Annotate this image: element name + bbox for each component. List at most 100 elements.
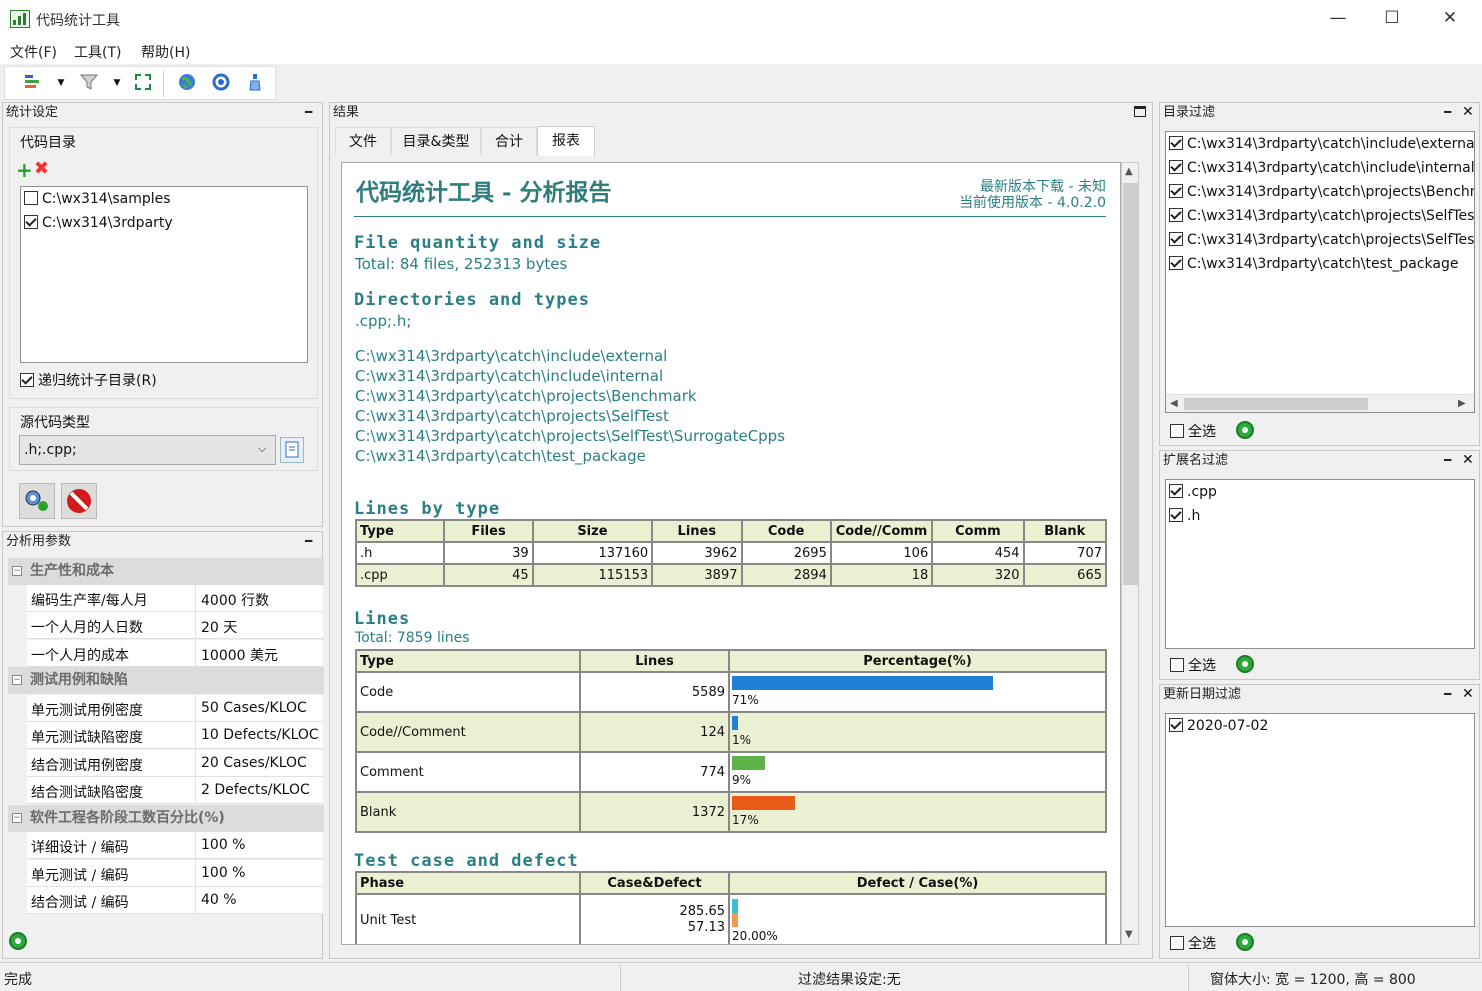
pin-icon[interactable]: ━ bbox=[1444, 105, 1451, 119]
pin-icon[interactable]: ━ bbox=[1444, 453, 1451, 467]
maximize-pane-icon[interactable] bbox=[1134, 106, 1146, 117]
checkbox[interactable] bbox=[1169, 232, 1183, 246]
param-row[interactable]: 单元测试用例密度 50 Cases/KLOC bbox=[27, 695, 323, 722]
pin-icon[interactable]: ━ bbox=[305, 534, 312, 548]
checkbox[interactable] bbox=[1169, 184, 1183, 198]
tab-dir-type[interactable]: 目录&类型 bbox=[391, 127, 481, 155]
param-value[interactable]: 20 Cases/KLOC bbox=[201, 755, 307, 771]
param-row[interactable]: 一个人月的人日数 20 天 bbox=[27, 612, 323, 639]
scroll-up-icon[interactable]: ▲ bbox=[1125, 166, 1133, 177]
h-scrollbar[interactable]: ◀ ▶ bbox=[1166, 394, 1474, 412]
menu-help[interactable]: 帮助(H) bbox=[141, 42, 190, 62]
checkbox[interactable] bbox=[1169, 208, 1183, 222]
refresh-icon[interactable] bbox=[1236, 655, 1254, 677]
source-type-select[interactable]: .h;.cpp; ⌵ bbox=[19, 435, 276, 465]
minimize-button[interactable]: — bbox=[1324, 8, 1352, 30]
close-icon[interactable]: ✕ bbox=[1462, 452, 1474, 468]
param-value[interactable]: 2 Defects/KLOC bbox=[201, 782, 310, 798]
scroll-thumb[interactable] bbox=[1123, 183, 1138, 585]
filter-item[interactable]: .h bbox=[1166, 504, 1474, 528]
param-value[interactable]: 10 Defects/KLOC bbox=[201, 727, 319, 743]
add-icon[interactable]: + bbox=[16, 158, 33, 182]
checkbox[interactable] bbox=[1169, 484, 1183, 498]
param-row[interactable]: 编码生产率/每人月 4000 行数 bbox=[27, 585, 323, 612]
param-value[interactable]: 100 % bbox=[201, 837, 245, 853]
filter-item[interactable]: C:\wx314\3rdparty\catch\test_package bbox=[1166, 252, 1474, 276]
run-analysis-button[interactable] bbox=[19, 483, 55, 519]
param-value[interactable]: 4000 行数 bbox=[201, 590, 269, 610]
report-scrollbar[interactable]: ▲ ▼ bbox=[1121, 162, 1139, 945]
tab-report[interactable]: 报表 bbox=[537, 126, 595, 156]
select-all-checkbox[interactable]: 全选 bbox=[1170, 933, 1216, 953]
date-filter-list[interactable]: 2020-07-02 bbox=[1165, 713, 1475, 927]
refresh-icon[interactable] bbox=[1236, 421, 1254, 443]
filter-item[interactable]: C:\wx314\3rdparty\catch\projects\SelfTes… bbox=[1166, 228, 1474, 252]
param-value[interactable]: 50 Cases/KLOC bbox=[201, 700, 307, 716]
dir-list[interactable]: C:\wx314\samples C:\wx314\3rdparty bbox=[20, 186, 308, 363]
dir-item[interactable]: C:\wx314\samples bbox=[21, 187, 307, 211]
category-header[interactable]: − 测试用例和缺陷 bbox=[8, 667, 324, 694]
checkbox[interactable] bbox=[1170, 424, 1184, 438]
param-row[interactable]: 结合测试缺陷密度 2 Defects/KLOC bbox=[27, 777, 323, 804]
dir-item[interactable]: C:\wx314\3rdparty bbox=[21, 211, 307, 235]
param-row[interactable]: 结合测试用例密度 20 Cases/KLOC bbox=[27, 750, 323, 777]
tab-file[interactable]: 文件 bbox=[335, 127, 391, 155]
collapse-icon[interactable]: − bbox=[12, 566, 22, 576]
scroll-left-icon[interactable]: ◀ bbox=[1170, 398, 1178, 409]
collapse-icon[interactable]: − bbox=[12, 813, 22, 823]
close-button[interactable]: ✕ bbox=[1436, 8, 1464, 30]
param-value[interactable]: 100 % bbox=[201, 865, 245, 881]
param-row[interactable]: 单元测试缺陷密度 10 Defects/KLOC bbox=[27, 722, 323, 749]
filter-item[interactable]: C:\wx314\3rdparty\catch\projects\SelfTes… bbox=[1166, 204, 1474, 228]
checkbox[interactable] bbox=[24, 191, 38, 205]
fit-icon[interactable] bbox=[133, 73, 153, 93]
dir-filter-list[interactable]: C:\wx314\3rdparty\catch\include\external… bbox=[1165, 131, 1475, 413]
select-all-checkbox[interactable]: 全选 bbox=[1170, 655, 1216, 675]
tab-total[interactable]: 合计 bbox=[481, 127, 537, 155]
param-row[interactable]: 一个人月的成本 10000 美元 bbox=[27, 640, 323, 667]
pin-icon[interactable]: ━ bbox=[305, 105, 312, 119]
filter-icon[interactable] bbox=[79, 73, 99, 93]
dropdown-arrow-icon[interactable]: ▼ bbox=[107, 73, 127, 93]
collapse-icon[interactable]: − bbox=[12, 675, 22, 685]
recursive-checkbox[interactable]: 递归统计子目录(R) bbox=[20, 370, 157, 390]
scroll-thumb[interactable] bbox=[1184, 398, 1368, 410]
checkbox[interactable] bbox=[1169, 718, 1183, 732]
close-icon[interactable]: ✕ bbox=[1462, 104, 1474, 120]
checkbox[interactable] bbox=[1169, 256, 1183, 270]
checkbox[interactable] bbox=[20, 373, 34, 387]
delete-icon[interactable]: ✖ bbox=[34, 158, 49, 179]
checkbox[interactable] bbox=[1169, 136, 1183, 150]
ext-filter-list[interactable]: .cpp .h bbox=[1165, 479, 1475, 649]
category-header[interactable]: − 软件工程各阶段工数百分比(%) bbox=[8, 805, 324, 832]
checkbox[interactable] bbox=[24, 215, 38, 229]
refresh-icon[interactable] bbox=[1236, 933, 1254, 955]
param-row[interactable]: 详细设计 / 编码 100 % bbox=[27, 832, 323, 859]
select-all-checkbox[interactable]: 全选 bbox=[1170, 421, 1216, 441]
filter-item[interactable]: C:\wx314\3rdparty\catch\projects\Benchma… bbox=[1166, 180, 1474, 204]
menu-tools[interactable]: 工具(T) bbox=[74, 42, 121, 62]
stop-button[interactable] bbox=[61, 483, 97, 519]
param-value[interactable]: 20 天 bbox=[201, 617, 237, 637]
param-row[interactable]: 结合测试 / 编码 40 % bbox=[27, 887, 323, 914]
filter-item[interactable]: C:\wx314\3rdparty\catch\include\external bbox=[1166, 132, 1474, 156]
close-icon[interactable]: ✕ bbox=[1462, 686, 1474, 702]
filter-item[interactable]: C:\wx314\3rdparty\catch\include\internal bbox=[1166, 156, 1474, 180]
scroll-down-icon[interactable]: ▼ bbox=[1125, 929, 1133, 940]
dropdown-arrow-icon[interactable]: ▼ bbox=[51, 73, 71, 93]
maximize-button[interactable]: ☐ bbox=[1378, 8, 1406, 30]
param-value[interactable]: 10000 美元 bbox=[201, 645, 278, 665]
sync-icon[interactable] bbox=[211, 73, 231, 93]
globe-icon[interactable] bbox=[177, 73, 197, 93]
param-value[interactable]: 40 % bbox=[201, 892, 237, 908]
refresh-icon[interactable] bbox=[9, 932, 27, 954]
checkbox[interactable] bbox=[1170, 658, 1184, 672]
filter-item[interactable]: 2020-07-02 bbox=[1166, 714, 1474, 738]
checkbox[interactable] bbox=[1169, 508, 1183, 522]
bar-chart-icon[interactable] bbox=[23, 73, 43, 93]
checkbox[interactable] bbox=[1169, 160, 1183, 174]
pin-icon[interactable]: ━ bbox=[1444, 687, 1451, 701]
menu-file[interactable]: 文件(F) bbox=[10, 42, 57, 62]
category-header[interactable]: − 生产性和成本 bbox=[8, 558, 324, 585]
param-row[interactable]: 单元测试 / 编码 100 % bbox=[27, 860, 323, 887]
